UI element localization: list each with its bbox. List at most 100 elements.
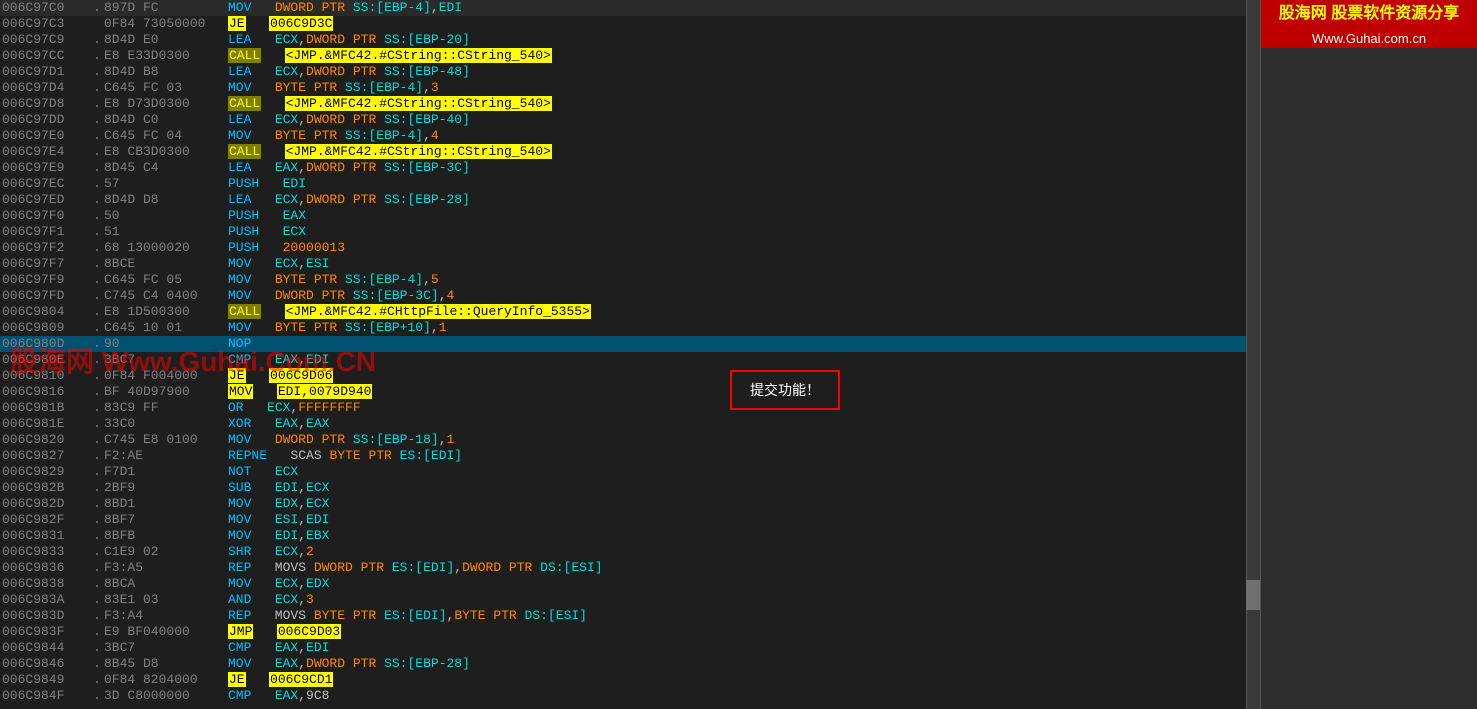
submit-text: 提交功能！ xyxy=(750,380,820,400)
instruction-cell: AND ECX,3 xyxy=(224,592,1260,608)
table-row[interactable]: 006C97F9.C645 FC 05MOV BYTE PTR SS:[EBP-… xyxy=(0,272,1260,288)
address-cell: 006C982F xyxy=(0,512,90,528)
address-cell: 006C983F xyxy=(0,624,90,640)
dot-cell: . xyxy=(90,208,104,224)
table-row[interactable]: 006C9829.F7D1NOT ECX xyxy=(0,464,1260,480)
instruction-cell: CALL <JMP.&MFC42.#CString::CString_540> xyxy=(224,48,1260,64)
address-cell: 006C97D1 xyxy=(0,64,90,80)
table-row[interactable]: 006C97E4.E8 CB3D0300CALL <JMP.&MFC42.#CS… xyxy=(0,144,1260,160)
table-row[interactable]: 006C97D4.C645 FC 03MOV BYTE PTR SS:[EBP-… xyxy=(0,80,1260,96)
table-row[interactable]: 006C97ED.8D4D D8LEA ECX,DWORD PTR SS:[EB… xyxy=(0,192,1260,208)
table-row[interactable]: 006C97EC.57PUSH EDI xyxy=(0,176,1260,192)
table-row[interactable]: 006C981B.83C9 FFOR ECX,FFFFFFFF xyxy=(0,400,1260,416)
table-row[interactable]: 006C97F1.51PUSH ECX xyxy=(0,224,1260,240)
dot-cell: . xyxy=(90,32,104,48)
scrollbar-thumb[interactable] xyxy=(1246,580,1260,610)
table-row[interactable]: 006C984F.3D C8000000CMP EAX,9C8 xyxy=(0,688,1260,704)
table-row[interactable]: 006C9809.C645 10 01MOV BYTE PTR SS:[EBP+… xyxy=(0,320,1260,336)
address-cell: 006C97D4 xyxy=(0,80,90,96)
dot-cell: . xyxy=(90,336,104,352)
address-cell: 006C982D xyxy=(0,496,90,512)
table-row[interactable]: 006C9833.C1E9 02SHR ECX,2 xyxy=(0,544,1260,560)
dot-cell: . xyxy=(90,416,104,432)
dot-cell: . xyxy=(90,256,104,272)
address-cell: 006C97C9 xyxy=(0,32,90,48)
table-row[interactable]: 006C980D.90NOP xyxy=(0,336,1260,352)
table-row[interactable]: 006C983F.E9 BF040000JMP 006C9D03 xyxy=(0,624,1260,640)
bytes-cell: 2BF9 xyxy=(104,480,224,496)
table-row[interactable]: 006C97E0.C645 FC 04MOV BYTE PTR SS:[EBP-… xyxy=(0,128,1260,144)
table-row[interactable]: 006C982F.8BF7MOV ESI,EDI xyxy=(0,512,1260,528)
table-row[interactable]: 006C9820.C745 E8 0100MOV DWORD PTR SS:[E… xyxy=(0,432,1260,448)
table-row[interactable]: 006C97C30F84 73050000JE 006C9D3C xyxy=(0,16,1260,32)
table-row[interactable]: 006C97F2.68 13000020PUSH 20000013 xyxy=(0,240,1260,256)
bytes-cell: C645 FC 03 xyxy=(104,80,224,96)
table-row[interactable]: 006C9844.3BC7CMP EAX,EDI xyxy=(0,640,1260,656)
bytes-cell: 8BCE xyxy=(104,256,224,272)
bytes-cell: 83C9 FF xyxy=(104,400,224,416)
address-cell: 006C97F9 xyxy=(0,272,90,288)
dot-cell: . xyxy=(90,48,104,64)
table-row[interactable]: 006C97FD.C745 C4 0400MOV DWORD PTR SS:[E… xyxy=(0,288,1260,304)
dot-cell: . xyxy=(90,400,104,416)
table-row[interactable]: 006C983A.83E1 03AND ECX,3 xyxy=(0,592,1260,608)
dot-cell: . xyxy=(90,592,104,608)
scrollbar[interactable] xyxy=(1246,0,1260,709)
table-row[interactable]: 006C9836.F3:A5REP MOVS DWORD PTR ES:[EDI… xyxy=(0,560,1260,576)
table-row[interactable]: 006C9804.E8 1D500300CALL <JMP.&MFC42.#CH… xyxy=(0,304,1260,320)
disasm-panel[interactable]: 006C97C0.897D FCMOV DWORD PTR SS:[EBP-4]… xyxy=(0,0,1260,709)
table-row[interactable]: 006C983D.F3:A4REP MOVS BYTE PTR ES:[EDI]… xyxy=(0,608,1260,624)
dot-cell: . xyxy=(90,96,104,112)
table-row[interactable]: 006C97C9.8D4D E0LEA ECX,DWORD PTR SS:[EB… xyxy=(0,32,1260,48)
bytes-cell: 8BFB xyxy=(104,528,224,544)
table-row[interactable]: 006C982D.8BD1MOV EDX,ECX xyxy=(0,496,1260,512)
instruction-cell: MOV ECX,ESI xyxy=(224,256,1260,272)
bytes-cell: E8 CB3D0300 xyxy=(104,144,224,160)
table-row[interactable]: 006C982B.2BF9SUB EDI,ECX xyxy=(0,480,1260,496)
main-container: 006C97C0.897D FCMOV DWORD PTR SS:[EBP-4]… xyxy=(0,0,1477,709)
submit-box[interactable]: 提交功能！ xyxy=(730,370,840,410)
bytes-cell: 0F84 F004000 xyxy=(104,368,224,384)
table-row[interactable]: 006C97CC.E8 E33D0300CALL <JMP.&MFC42.#CS… xyxy=(0,48,1260,64)
address-cell: 006C9838 xyxy=(0,576,90,592)
table-row[interactable]: 006C9827.F2:AEREPNE SCAS BYTE PTR ES:[ED… xyxy=(0,448,1260,464)
instruction-cell: PUSH ECX xyxy=(224,224,1260,240)
table-row[interactable]: 006C980E.3BC7CMP EAX,EDI xyxy=(0,352,1260,368)
address-cell: 006C981E xyxy=(0,416,90,432)
table-row[interactable]: 006C9846.8B45 D8MOV EAX,DWORD PTR SS:[EB… xyxy=(0,656,1260,672)
instruction-cell: LEA ECX,DWORD PTR SS:[EBP-20] xyxy=(224,32,1260,48)
dot-cell: . xyxy=(90,320,104,336)
address-cell: 006C97C3 xyxy=(0,16,90,32)
bytes-cell: 8D4D D8 xyxy=(104,192,224,208)
table-row[interactable]: 006C9816.BF 40D97900MOV EDI,0079D940 xyxy=(0,384,1260,400)
dot-cell: . xyxy=(90,160,104,176)
table-row[interactable]: 006C981E.33C0XOR EAX,EAX xyxy=(0,416,1260,432)
dot-cell: . xyxy=(90,144,104,160)
right-panel: 股海网 股票软件资源分享 Www.Guhai.com.cn xyxy=(1260,0,1477,709)
bytes-cell: F7D1 xyxy=(104,464,224,480)
dot-cell: . xyxy=(90,128,104,144)
dot-cell: . xyxy=(90,224,104,240)
instruction-cell: PUSH EDI xyxy=(224,176,1260,192)
table-row[interactable]: 006C9838.8BCAMOV ECX,EDX xyxy=(0,576,1260,592)
bytes-cell: BF 40D97900 xyxy=(104,384,224,400)
table-row[interactable]: 006C97F0.50PUSH EAX xyxy=(0,208,1260,224)
bytes-cell: 8BF7 xyxy=(104,512,224,528)
dot-cell: . xyxy=(90,544,104,560)
table-row[interactable]: 006C97D8.E8 D73D0300CALL <JMP.&MFC42.#CS… xyxy=(0,96,1260,112)
table-row[interactable]: 006C97F7.8BCEMOV ECX,ESI xyxy=(0,256,1260,272)
table-row[interactable]: 006C97D1.8D4D B8LEA ECX,DWORD PTR SS:[EB… xyxy=(0,64,1260,80)
dot-cell: . xyxy=(90,608,104,624)
brand-url: Www.Guhai.com.cn xyxy=(1261,29,1477,48)
dot-cell: . xyxy=(90,240,104,256)
table-row[interactable]: 006C9849.0F84 8204000JE 006C9CD1 xyxy=(0,672,1260,688)
table-row[interactable]: 006C9810.0F84 F004000JE 006C9D06 xyxy=(0,368,1260,384)
table-row[interactable]: 006C97C0.897D FCMOV DWORD PTR SS:[EBP-4]… xyxy=(0,0,1260,16)
address-cell: 006C9809 xyxy=(0,320,90,336)
address-cell: 006C9836 xyxy=(0,560,90,576)
table-row[interactable]: 006C97DD.8D4D C0LEA ECX,DWORD PTR SS:[EB… xyxy=(0,112,1260,128)
table-row[interactable]: 006C9831.8BFBMOV EDI,EBX xyxy=(0,528,1260,544)
dot-cell: . xyxy=(90,432,104,448)
table-row[interactable]: 006C97E9.8D45 C4LEA EAX,DWORD PTR SS:[EB… xyxy=(0,160,1260,176)
address-cell: 006C97CC xyxy=(0,48,90,64)
